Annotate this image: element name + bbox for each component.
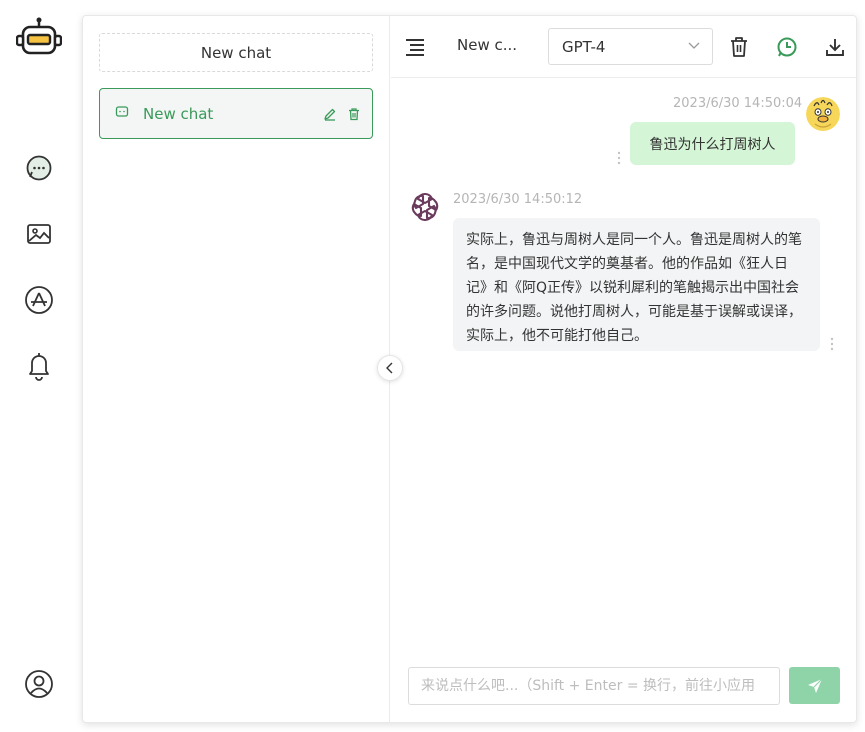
message-timestamp: 2023/6/30 14:50:12 (453, 192, 583, 207)
chevron-left-icon (386, 362, 393, 374)
bell-icon[interactable] (23, 350, 55, 382)
conversation-panel: New chat New chat (83, 16, 390, 722)
app-store-icon[interactable] (23, 284, 55, 316)
openai-icon (411, 192, 439, 222)
collapse-sidebar-button[interactable] (377, 355, 403, 381)
chat-area: New c... GPT-4 2023/6/30 14:50:04 鲁迅为什么打… (391, 16, 857, 722)
conversation-item-label: New chat (143, 104, 214, 123)
model-select-value: GPT-4 (562, 37, 606, 56)
assistant-avatar (408, 190, 442, 224)
trash-icon[interactable] (727, 35, 751, 59)
download-icon[interactable] (823, 35, 847, 59)
send-button[interactable] (789, 667, 840, 704)
chat-window: New chat New chat New c... GPT-4 2023/6/… (82, 15, 857, 723)
menu-icon[interactable] (403, 35, 427, 59)
more-options-icon[interactable] (616, 150, 622, 165)
message-timestamp: 2023/6/30 14:50:04 (673, 96, 803, 111)
chat-header: New c... GPT-4 (391, 16, 857, 78)
user-avatar (806, 97, 840, 131)
chevron-down-icon (688, 42, 700, 49)
send-icon (807, 678, 822, 693)
conversation-item[interactable]: New chat (99, 88, 373, 139)
edit-icon[interactable] (322, 106, 338, 122)
more-options-icon[interactable] (829, 336, 835, 351)
delete-icon[interactable] (346, 106, 362, 122)
user-message-bubble: 鲁迅为什么打周树人 (630, 122, 795, 165)
chat-bubble-icon (115, 104, 129, 123)
chat-icon[interactable] (23, 152, 55, 184)
model-select[interactable]: GPT-4 (548, 28, 713, 65)
image-icon[interactable] (23, 218, 55, 250)
assistant-message-bubble: 实际上，鲁迅与周树人是同一个人。鲁迅是周树人的笔名，是中国现代文学的奠基者。他的… (453, 218, 820, 351)
new-chat-button[interactable]: New chat (99, 33, 373, 72)
robot-icon[interactable] (15, 17, 63, 57)
message-input[interactable] (408, 667, 780, 705)
user-circle-icon[interactable] (23, 668, 55, 700)
history-icon[interactable] (775, 35, 799, 59)
chat-title: New c... (457, 36, 518, 54)
icon-rail (0, 0, 78, 732)
